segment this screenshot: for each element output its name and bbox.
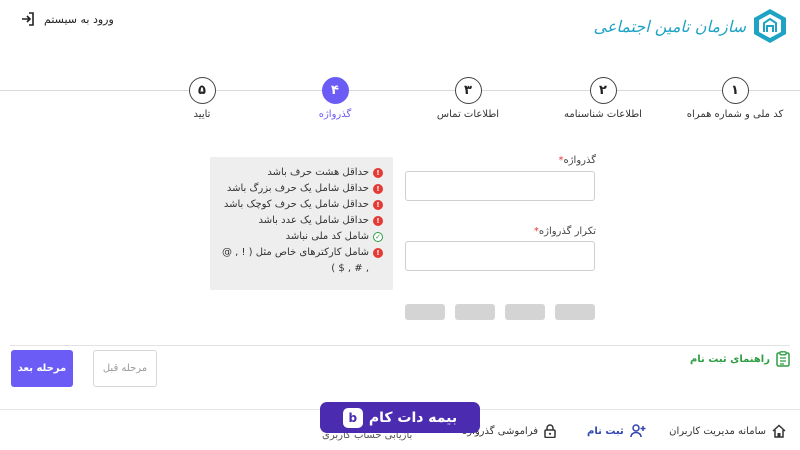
registration-guide-link[interactable]: راهنمای ثبت نام [690, 351, 790, 367]
divider [10, 345, 790, 346]
step-4-number: ۴ [321, 77, 349, 104]
strength-segment [555, 304, 595, 320]
strength-segment [405, 304, 445, 320]
add-user-icon [630, 424, 646, 438]
step-4: ۴ گذرواژه [260, 77, 410, 120]
requirement-text: شامل کارکترهای خاص مثل ( ! , @ , # , $ ) [221, 247, 369, 274]
step-2-label: اطلاعات شناسنامه [564, 109, 642, 120]
watermark-logo-icon: b [342, 407, 363, 428]
footer-signup-label: ثبت نام [587, 425, 624, 437]
step-1-label: کد ملی و شماره همراه [686, 109, 784, 120]
lock-icon [544, 424, 556, 438]
step-2-number: ۲ [589, 77, 617, 104]
requirement-text: شامل کد ملی نباشد [285, 231, 369, 242]
requirement-text: حداقل شامل یک حرف بزرگ باشد [226, 183, 369, 194]
requirement-item: ! حداقل هشت حرف باشد [220, 165, 383, 181]
step-5-number: ۵ [188, 77, 216, 104]
logo-text: سازمان تامین اجتماعی [593, 16, 746, 36]
guide-label: راهنمای ثبت نام [689, 353, 770, 365]
step-5: ۵ تایید [127, 77, 277, 120]
previous-step-button[interactable]: مرحله قبل [93, 350, 157, 387]
step-5-label: تایید [193, 109, 211, 120]
requirement-item: ! حداقل شامل یک حرف بزرگ باشد [220, 181, 383, 197]
confirm-password-label-text: تکرار گذرواژه [538, 226, 596, 237]
strength-segment [455, 304, 495, 320]
step-1: ۱ کد ملی و شماره همراه [660, 77, 800, 120]
confirm-password-input[interactable] [405, 241, 595, 271]
next-step-button[interactable]: مرحله بعد [11, 350, 73, 387]
password-label-text: گذرواژه [563, 155, 596, 166]
logo-emblem-icon [754, 9, 786, 43]
requirement-text: حداقل هشت حرف باشد [267, 167, 369, 178]
footer-user-management-label: سامانه مدیریت کاربران [669, 425, 766, 437]
password-input[interactable] [405, 171, 595, 201]
footer-signup[interactable]: ثبت نام [587, 424, 646, 438]
step-3-number: ۳ [454, 77, 482, 104]
error-icon: ! [373, 168, 383, 178]
requirement-item: ✓ شامل کد ملی نباشد [220, 229, 383, 245]
step-1-number: ۱ [721, 77, 749, 104]
login-link[interactable]: ورود به سیستم [20, 11, 114, 27]
step-2: ۲ اطلاعات شناسنامه [528, 77, 678, 120]
requirement-item: ! حداقل شامل یک عدد باشد [220, 213, 383, 229]
watermark-badge: بیمه دات کام b [320, 402, 480, 433]
strength-segment [505, 304, 545, 320]
step-3-label: اطلاعات تماس [436, 109, 500, 120]
confirm-password-label: تکرار گذرواژه* [531, 226, 596, 237]
error-icon: ! [373, 248, 383, 258]
password-label: گذرواژه* [555, 155, 596, 166]
home-icon [772, 424, 786, 438]
requirement-text: حداقل شامل یک حرف کوچک باشد [223, 199, 369, 210]
footer-user-management[interactable]: سامانه مدیریت کاربران [669, 424, 786, 438]
organization-logo: سازمان تامین اجتماعی [594, 8, 788, 44]
clipboard-icon [776, 351, 790, 367]
error-icon: ! [373, 184, 383, 194]
error-icon: ! [373, 216, 383, 226]
password-requirements: ! حداقل هشت حرف باشد ! حداقل شامل یک حرف… [210, 157, 393, 290]
step-3: ۳ اطلاعات تماس [393, 77, 543, 120]
check-icon: ✓ [373, 232, 383, 242]
login-icon [22, 12, 34, 26]
watermark-text: بیمه دات کام [368, 409, 458, 426]
error-icon: ! [373, 200, 383, 210]
requirement-text: حداقل شامل یک عدد باشد [258, 215, 370, 226]
requirement-item: ! شامل کارکترهای خاص مثل ( ! , @ , # , $… [220, 245, 383, 277]
step-4-label: گذرواژه [318, 109, 352, 120]
login-label: ورود به سیستم [44, 12, 114, 26]
requirement-item: ! حداقل شامل یک حرف کوچک باشد [220, 197, 383, 213]
